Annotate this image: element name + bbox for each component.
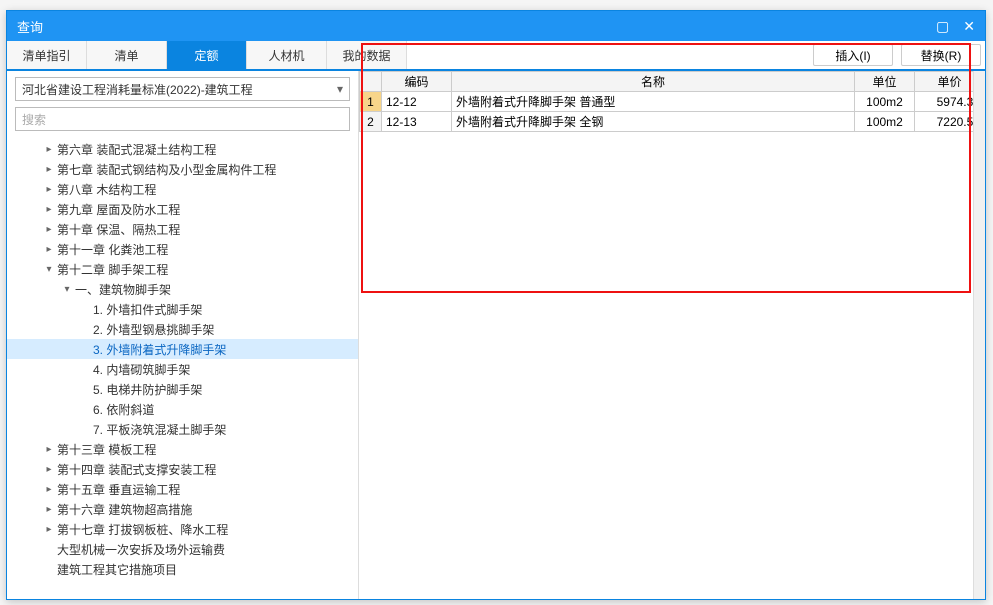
tree-node-label: 大型机械一次安拆及场外运输费 — [57, 541, 225, 558]
expand-icon[interactable]: ▸ — [43, 484, 55, 495]
search-input[interactable]: 搜索 — [15, 107, 350, 131]
tab-materials[interactable]: 人材机 — [247, 41, 327, 69]
expand-icon[interactable]: ▸ — [43, 464, 55, 475]
tree-node-label: 建筑工程其它措施项目 — [57, 561, 177, 578]
tree-node[interactable]: 建筑工程其它措施项目 — [7, 559, 358, 579]
tree-node[interactable]: ▸第十章 保温、隔热工程 — [7, 219, 358, 239]
insert-button[interactable]: 插入(I) — [813, 44, 893, 66]
category-tree[interactable]: ▸第六章 装配式混凝土结构工程▸第七章 装配式钢结构及小型金属构件工程▸第八章 … — [7, 137, 358, 599]
tree-node-label: 第六章 装配式混凝土结构工程 — [57, 141, 216, 158]
cell-code[interactable]: 12-12 — [382, 92, 452, 112]
query-window: 查询 ▢ ✕ 清单指引 清单 定额 人材机 我的数据 插入(I) 替换(R) 河… — [6, 10, 986, 600]
tab-list-guide[interactable]: 清单指引 — [7, 41, 87, 69]
standard-select-value: 河北省建设工程消耗量标准(2022)-建筑工程 — [22, 81, 253, 98]
tree-node[interactable]: ▸第十三章 模板工程 — [7, 439, 358, 459]
tree-node[interactable]: 大型机械一次安拆及场外运输费 — [7, 539, 358, 559]
tree-node-label: 第十章 保温、隔热工程 — [57, 221, 180, 238]
results-grid[interactable]: 编码 名称 单位 单价 112-12外墙附着式升降脚手架 普通型100m2597… — [359, 71, 985, 132]
search-placeholder: 搜索 — [22, 111, 46, 128]
titlebar: 查询 ▢ ✕ — [7, 11, 985, 41]
tree-node-label: 第十三章 模板工程 — [57, 441, 156, 458]
tree-node-label: 第十六章 建筑物超高措施 — [57, 501, 192, 518]
table-row[interactable]: 112-12外墙附着式升降脚手架 普通型100m25974.32 — [360, 92, 985, 112]
tree-node-label: 第九章 屋面及防水工程 — [57, 201, 180, 218]
expand-icon[interactable]: ▸ — [43, 144, 55, 155]
expand-icon[interactable]: ▸ — [43, 244, 55, 255]
cell-name[interactable]: 外墙附着式升降脚手架 全钢 — [452, 112, 855, 132]
tree-node[interactable]: ▸第七章 装配式钢结构及小型金属构件工程 — [7, 159, 358, 179]
expand-icon[interactable]: ▸ — [43, 504, 55, 515]
tree-node-label: 7. 平板浇筑混凝土脚手架 — [93, 421, 226, 438]
expand-icon[interactable]: ▸ — [43, 524, 55, 535]
expand-icon[interactable]: ▸ — [43, 204, 55, 215]
toolbar: 清单指引 清单 定额 人材机 我的数据 插入(I) 替换(R) — [7, 41, 985, 71]
tree-node[interactable]: 4. 内墙砌筑脚手架 — [7, 359, 358, 379]
tree-node[interactable]: ▸第八章 木结构工程 — [7, 179, 358, 199]
chevron-down-icon: ▾ — [337, 82, 343, 96]
tree-node-label: 第十一章 化粪池工程 — [57, 241, 168, 258]
tree-node[interactable]: ▸第十四章 装配式支撑安装工程 — [7, 459, 358, 479]
tree-node[interactable]: 1. 外墙扣件式脚手架 — [7, 299, 358, 319]
window-title: 查询 — [17, 17, 43, 36]
expand-icon[interactable]: ▸ — [43, 444, 55, 455]
tree-node[interactable]: ▸第十一章 化粪池工程 — [7, 239, 358, 259]
tree-node[interactable]: ▸第六章 装配式混凝土结构工程 — [7, 139, 358, 159]
left-panel: 河北省建设工程消耗量标准(2022)-建筑工程 ▾ 搜索 ▸第六章 装配式混凝土… — [7, 71, 359, 599]
tree-node-label: 第七章 装配式钢结构及小型金属构件工程 — [57, 161, 276, 178]
tree-node[interactable]: ▾一、建筑物脚手架 — [7, 279, 358, 299]
close-icon[interactable]: ✕ — [963, 18, 975, 35]
tab-quota[interactable]: 定额 — [167, 41, 247, 69]
expand-icon[interactable]: ▸ — [43, 224, 55, 235]
standard-select[interactable]: 河北省建设工程消耗量标准(2022)-建筑工程 ▾ — [15, 77, 350, 101]
tree-node-label: 第十五章 垂直运输工程 — [57, 481, 180, 498]
tree-node-label: 第十四章 装配式支撑安装工程 — [57, 461, 216, 478]
grid-header-code[interactable]: 编码 — [382, 72, 452, 92]
tree-node-label: 2. 外墙型钢悬挑脚手架 — [93, 321, 214, 338]
grid-header-unit[interactable]: 单位 — [855, 72, 915, 92]
expand-icon[interactable]: ▸ — [43, 164, 55, 175]
body: 河北省建设工程消耗量标准(2022)-建筑工程 ▾ 搜索 ▸第六章 装配式混凝土… — [7, 71, 985, 599]
row-number: 2 — [360, 112, 382, 132]
cell-unit[interactable]: 100m2 — [855, 112, 915, 132]
collapse-icon[interactable]: ▾ — [61, 284, 73, 295]
window-controls: ▢ ✕ — [936, 18, 975, 35]
tree-node[interactable]: 3. 外墙附着式升降脚手架 — [7, 339, 358, 359]
tree-node-label: 第十二章 脚手架工程 — [57, 261, 168, 278]
right-panel: 编码 名称 单位 单价 112-12外墙附着式升降脚手架 普通型100m2597… — [359, 71, 985, 599]
grid-header-rownum — [360, 72, 382, 92]
tree-node[interactable]: 2. 外墙型钢悬挑脚手架 — [7, 319, 358, 339]
tree-node-label: 第十七章 打拔钢板桩、降水工程 — [57, 521, 228, 538]
tree-node[interactable]: 5. 电梯井防护脚手架 — [7, 379, 358, 399]
cell-unit[interactable]: 100m2 — [855, 92, 915, 112]
tab-list[interactable]: 清单 — [87, 41, 167, 69]
tree-node-label: 4. 内墙砌筑脚手架 — [93, 361, 190, 378]
replace-button[interactable]: 替换(R) — [901, 44, 981, 66]
tree-node[interactable]: 6. 依附斜道 — [7, 399, 358, 419]
tree-node[interactable]: ▸第十七章 打拔钢板桩、降水工程 — [7, 519, 358, 539]
tree-node[interactable]: ▸第十六章 建筑物超高措施 — [7, 499, 358, 519]
tree-node-label: 6. 依附斜道 — [93, 401, 154, 418]
tab-my-data[interactable]: 我的数据 — [327, 41, 407, 69]
scrollbar[interactable] — [973, 71, 985, 599]
minimize-icon[interactable]: ▢ — [936, 18, 949, 35]
collapse-icon[interactable]: ▾ — [43, 264, 55, 275]
tree-node-label: 3. 外墙附着式升降脚手架 — [93, 341, 226, 358]
grid-header-name[interactable]: 名称 — [452, 72, 855, 92]
expand-icon[interactable]: ▸ — [43, 184, 55, 195]
tree-node-label: 1. 外墙扣件式脚手架 — [93, 301, 202, 318]
tree-node[interactable]: 7. 平板浇筑混凝土脚手架 — [7, 419, 358, 439]
cell-code[interactable]: 12-13 — [382, 112, 452, 132]
tree-node-label: 一、建筑物脚手架 — [75, 281, 171, 298]
grid-header-row: 编码 名称 单位 单价 — [360, 72, 985, 92]
tree-node[interactable]: ▾第十二章 脚手架工程 — [7, 259, 358, 279]
tree-node-label: 第八章 木结构工程 — [57, 181, 156, 198]
row-number: 1 — [360, 92, 382, 112]
table-row[interactable]: 212-13外墙附着式升降脚手架 全钢100m27220.59 — [360, 112, 985, 132]
tree-node[interactable]: ▸第十五章 垂直运输工程 — [7, 479, 358, 499]
tree-node-label: 5. 电梯井防护脚手架 — [93, 381, 202, 398]
tree-node[interactable]: ▸第九章 屋面及防水工程 — [7, 199, 358, 219]
cell-name[interactable]: 外墙附着式升降脚手架 普通型 — [452, 92, 855, 112]
